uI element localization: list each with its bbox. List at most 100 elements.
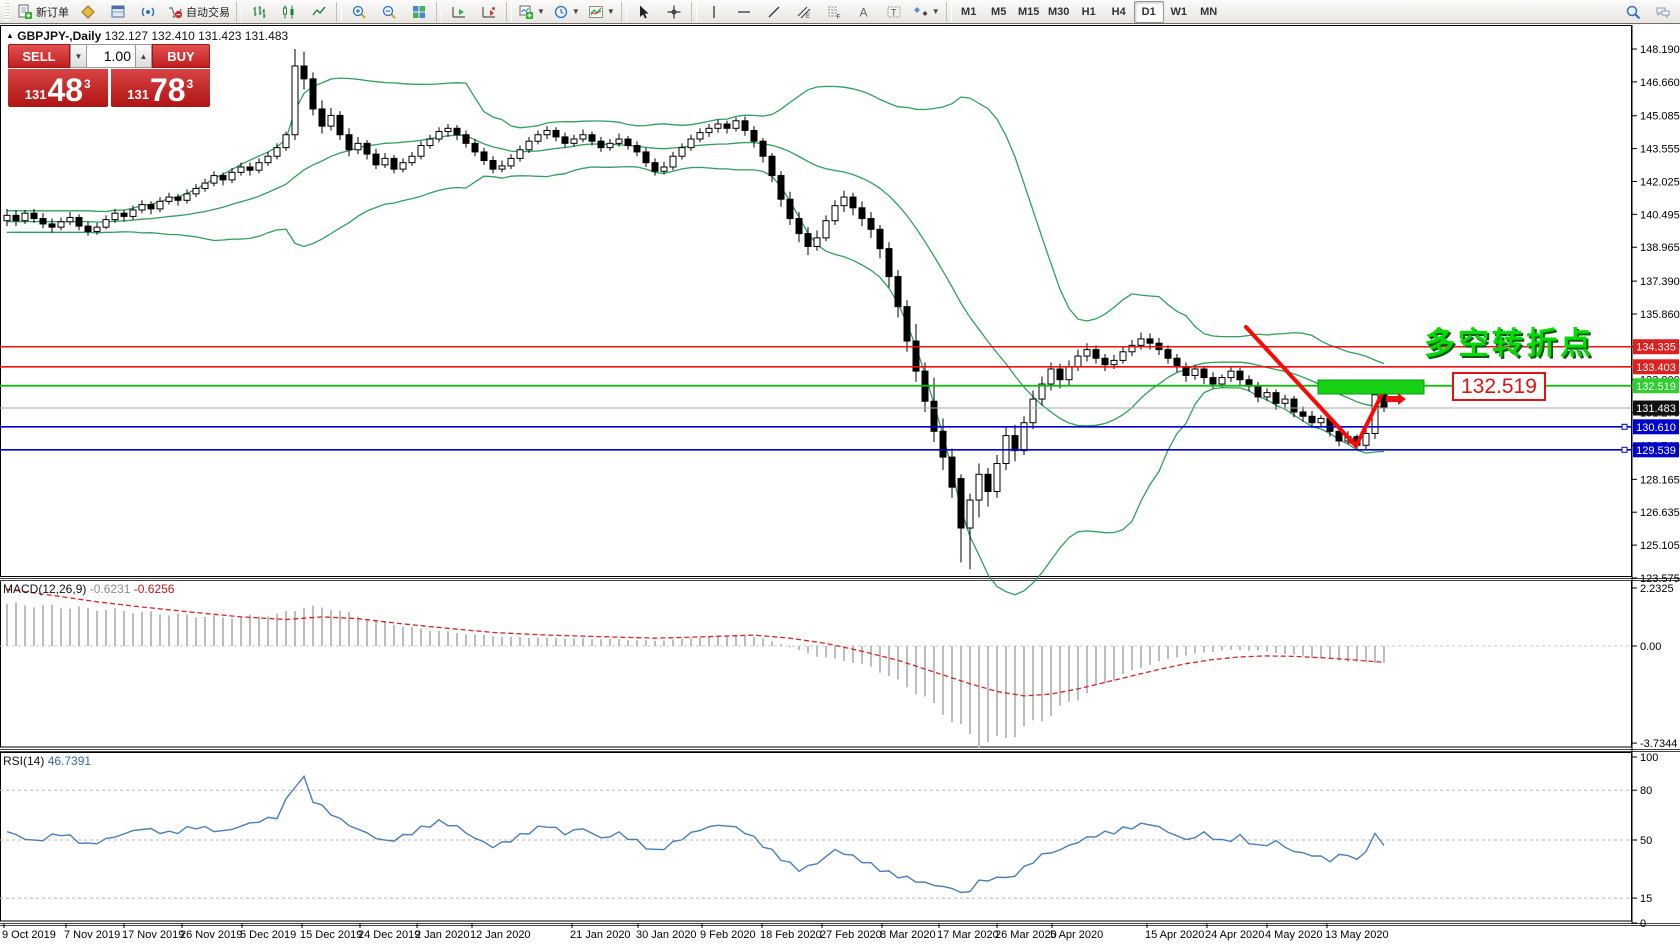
candle [1084,350,1090,356]
timeframe-m15[interactable]: M15 [1014,1,1044,23]
candle [40,219,46,224]
candle [1273,393,1279,404]
volume-input[interactable] [87,44,135,68]
hline-handle[interactable] [1622,424,1627,429]
candle [652,163,658,172]
bar-chart-button[interactable] [244,1,274,23]
chart-shift-icon [451,4,467,20]
rsi-label: RSI(14) 46.7391 [3,754,91,768]
date-label: 5 Dec 2019 [240,929,296,941]
timeframe-mn[interactable]: MN [1194,1,1224,23]
candle [1192,369,1198,375]
rsi-tick-label: 15 [1640,893,1652,905]
autotrading-button[interactable]: 自动交易 [163,1,234,23]
timeframe-h1[interactable]: H1 [1074,1,1104,23]
zoom-out-button[interactable] [374,1,404,23]
sell-button[interactable]: SELL [8,44,70,68]
toolbar-grip[interactable] [5,3,10,21]
date-label: 17 Mar 2020 [937,929,999,941]
date-label: 24 Apr 2020 [1205,929,1264,941]
price-badge-text: 131.483 [1636,403,1676,415]
candle [1174,358,1180,367]
price-tick-label: 148.190 [1640,44,1680,56]
volume-decrease-button[interactable]: ▼ [70,44,87,68]
zoom-in-button[interactable] [344,1,374,23]
timeframe-d1[interactable]: D1 [1134,1,1164,23]
candle [625,139,631,145]
candle [310,79,316,109]
candle [985,474,991,491]
macd-value: -0.6231 [90,582,131,596]
candle [157,201,163,209]
candle [418,145,424,156]
timeframe-m1[interactable]: M1 [954,1,984,23]
data-window-button[interactable] [103,1,133,23]
date-label: 24 Dec 2019 [358,929,420,941]
highlight-rectangle[interactable] [1318,380,1424,394]
volume-increase-button[interactable]: ▲ [135,44,152,68]
chart-canvas[interactable]: 148.190146.660145.085143.555142.025140.4… [0,0,1680,946]
market-watch-icon [80,4,96,20]
candle [1201,369,1207,378]
autotrading-label: 自动交易 [186,4,230,20]
date-label: 21 Jan 2020 [570,929,631,941]
buy-button[interactable]: BUY [152,44,210,68]
macd-signal-value: -0.6256 [134,582,175,596]
line-chart-button[interactable] [304,1,334,23]
annotation-text[interactable]: 多空转折点 [1424,318,1594,363]
chat-button[interactable] [1648,1,1678,23]
candle [769,156,775,175]
candle [670,156,676,167]
vertical-line-button[interactable] [699,1,729,23]
indicators-button[interactable]: ▼ [584,1,619,23]
candle [733,121,739,129]
sell-price-pips: 48 [47,76,83,105]
macd-tick-label: 2.2325 [1640,583,1674,595]
sell-price-button[interactable]: 131483 [8,69,108,107]
hline-handle[interactable] [1622,447,1627,452]
crosshair-button[interactable] [659,1,689,23]
candle [778,176,784,200]
new-chart-button[interactable]: ▼ [514,1,549,23]
channel-button[interactable]: E [789,1,819,23]
price-tick-label: 145.085 [1640,111,1680,123]
search-button[interactable] [1618,1,1648,23]
candle [607,143,613,147]
market-watch-button[interactable] [73,1,103,23]
text-label-button[interactable]: T [879,1,909,23]
clock-icon [553,4,569,20]
periods-button[interactable]: ▼ [549,1,584,23]
timeframe-m30[interactable]: M30 [1044,1,1074,23]
candle [1093,350,1099,359]
symbol-title: GBPJPY-,Daily [17,29,101,43]
price-tick-label: 135.860 [1640,309,1680,321]
trendline-button[interactable] [759,1,789,23]
date-label: 27 Feb 2020 [820,929,882,941]
timeframe-m5[interactable]: M5 [984,1,1014,23]
collapse-arrow-icon[interactable]: ▲ [6,31,14,40]
text-button[interactable]: A [849,1,879,23]
chart-shift-button[interactable] [444,1,474,23]
signals-button[interactable] [133,1,163,23]
timeframe-w1[interactable]: W1 [1164,1,1194,23]
candle [166,197,172,201]
timeframe-h4[interactable]: H4 [1104,1,1134,23]
cursor-button[interactable] [629,1,659,23]
candle [337,115,343,134]
bar-chart-icon [251,4,267,20]
candle [688,139,694,148]
crosshair-icon [666,4,682,20]
candle [4,215,10,220]
tile-windows-button[interactable] [404,1,434,23]
candle [1111,360,1117,364]
shapes-button[interactable]: ▼ [909,1,944,23]
fibonacci-button[interactable]: F [819,1,849,23]
new-order-button[interactable]: 新订单 [13,1,73,23]
buy-price-button[interactable]: 131783 [111,69,211,107]
auto-scroll-button[interactable] [474,1,504,23]
candle-chart-button[interactable] [274,1,304,23]
candle [1282,399,1288,403]
price-callout-label[interactable]: 132.519 [1452,372,1546,401]
candle [1183,367,1189,376]
horizontal-line-button[interactable] [729,1,759,23]
